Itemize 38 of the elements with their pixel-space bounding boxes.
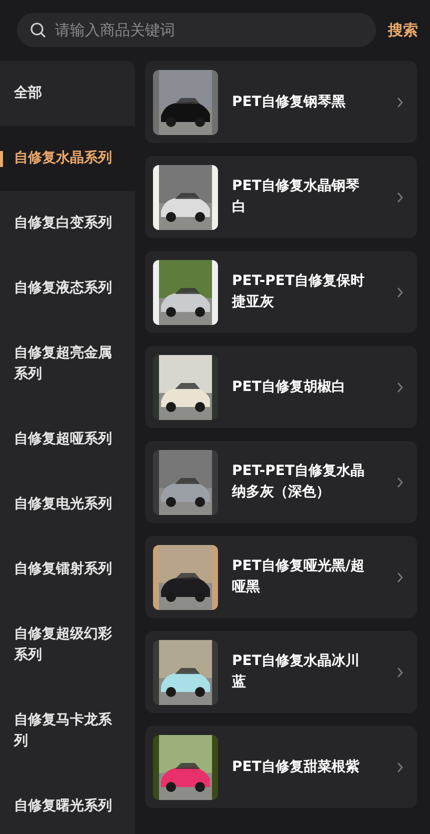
product-name: PET自修复胡椒白 <box>232 378 346 396</box>
category-item[interactable]: 自修复超哑系列 <box>0 407 135 472</box>
chevron-icon <box>397 286 403 298</box>
chevron-icon <box>397 192 403 202</box>
category-item[interactable]: 自修复马卡龙系列 <box>0 688 135 774</box>
category-item[interactable]: 自修复水晶系列 <box>0 126 135 191</box>
product-name: PET自修复哑光黑/超哑黑 <box>232 557 366 597</box>
product-card[interactable]: PET-PET自修复保时捷亚灰 <box>145 251 417 333</box>
search-button[interactable]: 搜索 <box>384 20 422 40</box>
product-card[interactable]: PET-PET自修复水晶纳多灰（深色） <box>145 441 417 523</box>
product-name: PET-PET自修复保时捷亚灰 <box>232 272 366 312</box>
category-item[interactable]: 自修复电光系列 <box>0 472 135 537</box>
chevron-icon <box>397 476 403 488</box>
product-card[interactable]: PET自修复水晶钢琴白 <box>145 156 417 238</box>
category-item[interactable]: 自修复超级幻彩系列 <box>0 602 135 688</box>
category-item[interactable]: 自修复超亮金属系列 <box>0 321 135 407</box>
product-card[interactable]: PET自修复甜菜根紫 <box>145 726 417 808</box>
chevron-icon <box>397 572 403 582</box>
chevron-icon <box>397 666 403 678</box>
chevron-icon <box>397 96 403 108</box>
product-name: PET自修复甜菜根紫 <box>232 758 360 776</box>
product-name: PET-PET自修复水晶纳多灰（深色） <box>232 462 366 502</box>
chevron-icon <box>397 382 403 392</box>
product-card[interactable]: PET自修复哑光黑/超哑黑 <box>145 536 417 618</box>
product-name: PET自修复水晶冰川蓝 <box>232 652 360 692</box>
category-item[interactable]: 自修复液态系列 <box>0 256 135 321</box>
category-item[interactable]: 全部 <box>0 61 135 126</box>
category-item[interactable]: 自修复曙光系列 <box>0 774 135 834</box>
product-card[interactable]: PET自修复胡椒白 <box>145 346 417 428</box>
product-card[interactable]: PET自修复水晶冰川蓝 <box>145 631 417 713</box>
product-name: PET自修复钢琴黑 <box>232 92 346 112</box>
search-field[interactable]: 请输入商品关键词 <box>17 13 376 47</box>
chevron-icon <box>397 762 403 772</box>
product-name: PET自修复水晶钢琴白 <box>232 177 360 217</box>
category-item[interactable]: 自修复镭射系列 <box>0 537 135 602</box>
product-card[interactable]: PET自修复钢琴黑 <box>145 61 417 143</box>
category-item[interactable]: 自修复白变系列 <box>0 191 135 256</box>
selected-indicator <box>0 151 3 167</box>
